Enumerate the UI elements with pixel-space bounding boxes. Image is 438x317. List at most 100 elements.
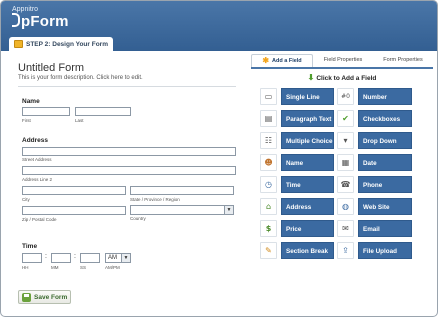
- add-date-button[interactable]: ▦ Date: [337, 154, 412, 171]
- brand-logo[interactable]: pForm: [12, 13, 69, 30]
- field-button-label: Multiple Choice: [281, 132, 334, 149]
- form-preview: Untitled Form This is your form descript…: [15, 59, 241, 309]
- brand-tagline: Appnitro: [12, 6, 39, 13]
- logo-mark-icon: [12, 13, 20, 27]
- field-button-label: Section Break: [281, 242, 334, 259]
- dropdown-icon: ▾: [337, 132, 354, 149]
- add-checkboxes-button[interactable]: ✔ Checkboxes: [337, 110, 412, 127]
- add-price-button[interactable]: $ Price: [260, 220, 334, 237]
- field-button-label: Number: [358, 88, 412, 105]
- panel-tabs: ✱ Add a Field Field Properties Form Prop…: [251, 54, 433, 69]
- country-select[interactable]: ▼: [130, 205, 234, 215]
- add-single-line-text-button[interactable]: ▭ Single Line Text: [260, 88, 334, 118]
- house-icon: ⌂: [260, 198, 277, 215]
- add-number-button[interactable]: #0 Number: [337, 88, 412, 105]
- field-button-label: Date: [358, 154, 412, 171]
- add-section-break-button[interactable]: ✎ Section Break: [260, 242, 334, 259]
- field-button-label: Phone: [358, 176, 412, 193]
- add-web-site-button[interactable]: ◍ Web Site: [337, 198, 412, 215]
- add-paragraph-text-button[interactable]: ▤ Paragraph Text: [260, 110, 334, 127]
- add-file-upload-button[interactable]: ⇪ File Upload: [337, 242, 412, 259]
- country-sublabel: Country: [130, 216, 146, 221]
- arrow-down-icon: ⬇: [307, 73, 315, 82]
- person-icon: ☻: [260, 154, 277, 171]
- last-sublabel: Last: [75, 118, 84, 123]
- name-field-label[interactable]: Name: [22, 98, 40, 105]
- ss-sublabel: SS: [80, 265, 87, 270]
- folder-icon: [14, 40, 23, 48]
- tab-add-field[interactable]: ✱ Add a Field: [251, 54, 313, 67]
- click-to-add-text: Click to Add a Field: [316, 75, 377, 82]
- minute-input[interactable]: [51, 253, 71, 263]
- number-icon: #0: [337, 88, 354, 105]
- main-content: Untitled Form This is your form descript…: [1, 51, 437, 316]
- divider: [18, 86, 236, 87]
- street-address-input[interactable]: [22, 147, 236, 156]
- tab-design-form[interactable]: STEP 2: Design Your Form: [9, 37, 113, 51]
- pencil-icon: ✎: [260, 242, 277, 259]
- ampm-select[interactable]: AM ▼: [105, 253, 131, 263]
- brand-name: pForm: [21, 13, 69, 30]
- click-to-add-heading: ⬇ Click to Add a Field: [251, 73, 433, 82]
- step-tab-label: STEP 2: Design Your Form: [26, 40, 108, 48]
- address-field-label[interactable]: Address: [22, 137, 48, 144]
- upload-icon: ⇪: [337, 242, 354, 259]
- globe-icon: ◍: [337, 198, 354, 215]
- chevron-down-icon: ▼: [121, 254, 130, 262]
- form-description[interactable]: This is your form description. Click her…: [18, 75, 143, 81]
- first-sublabel: First: [22, 118, 31, 123]
- add-email-button[interactable]: ✉ Email: [337, 220, 412, 237]
- street-address-sublabel: Street Address: [22, 157, 52, 162]
- address-line2-input[interactable]: [22, 166, 236, 175]
- field-button-label: Price: [281, 220, 334, 237]
- field-panel: ✱ Add a Field Field Properties Form Prop…: [251, 54, 433, 259]
- state-sublabel: State / Province / Region: [130, 197, 180, 202]
- city-sublabel: City: [22, 197, 30, 202]
- form-title[interactable]: Untitled Form: [18, 62, 84, 74]
- save-form-label: Save Form: [34, 293, 68, 301]
- field-button-label: Paragraph Text: [281, 110, 334, 127]
- zip-input[interactable]: [22, 206, 126, 215]
- chevron-down-icon: ▼: [224, 206, 233, 214]
- time-field-label[interactable]: Time: [22, 243, 37, 250]
- mm-sublabel: MM: [51, 265, 59, 270]
- add-name-button[interactable]: ☻ Name: [260, 154, 334, 171]
- field-button-label: File Upload: [358, 242, 412, 259]
- paragraph-icon: ▤: [260, 110, 277, 127]
- add-address-button[interactable]: ⌂ Address: [260, 198, 334, 215]
- tab-field-properties[interactable]: Field Properties: [313, 54, 373, 67]
- calendar-icon: ▦: [337, 154, 354, 171]
- save-icon: [22, 292, 31, 302]
- add-drop-down-button[interactable]: ▾ Drop Down: [337, 132, 412, 149]
- clock-icon: ◷: [260, 176, 277, 193]
- field-button-label: Web Site: [358, 198, 412, 215]
- text-field-icon: ▭: [260, 88, 277, 105]
- multiple-choice-icon: ☷: [260, 132, 277, 149]
- add-time-button[interactable]: ◷ Time: [260, 176, 334, 193]
- zip-sublabel: Zip / Postal Code: [22, 217, 57, 222]
- tab-form-properties[interactable]: Form Properties: [373, 54, 433, 67]
- save-form-button[interactable]: Save Form: [18, 290, 71, 304]
- field-button-label: Checkboxes: [358, 110, 412, 127]
- field-button-label: Single Line Text: [281, 88, 334, 118]
- checkmark-icon: ✔: [337, 110, 354, 127]
- address-line2-sublabel: Address Line 2: [22, 177, 53, 182]
- last-name-input[interactable]: [75, 107, 131, 116]
- field-button-label: Name: [281, 154, 334, 171]
- dollar-icon: $: [260, 220, 277, 237]
- ampm-sublabel: AM/PM: [105, 265, 120, 270]
- field-button-label: Email: [358, 220, 412, 237]
- state-input[interactable]: [130, 186, 234, 195]
- second-input[interactable]: [80, 253, 100, 263]
- add-phone-button[interactable]: ☎ Phone: [337, 176, 412, 193]
- header-bar: Appnitro pForm STEP 2: Design Your Form: [1, 1, 437, 51]
- tab-add-field-label: Add a Field: [272, 58, 302, 64]
- city-input[interactable]: [22, 186, 126, 195]
- hh-sublabel: HH: [22, 265, 29, 270]
- hour-input[interactable]: [22, 253, 42, 263]
- time-separator: :: [45, 253, 47, 260]
- ampm-value: AM: [108, 255, 117, 261]
- first-name-input[interactable]: [22, 107, 70, 116]
- add-multiple-choice-button[interactable]: ☷ Multiple Choice: [260, 132, 334, 149]
- field-button-label: Address: [281, 198, 334, 215]
